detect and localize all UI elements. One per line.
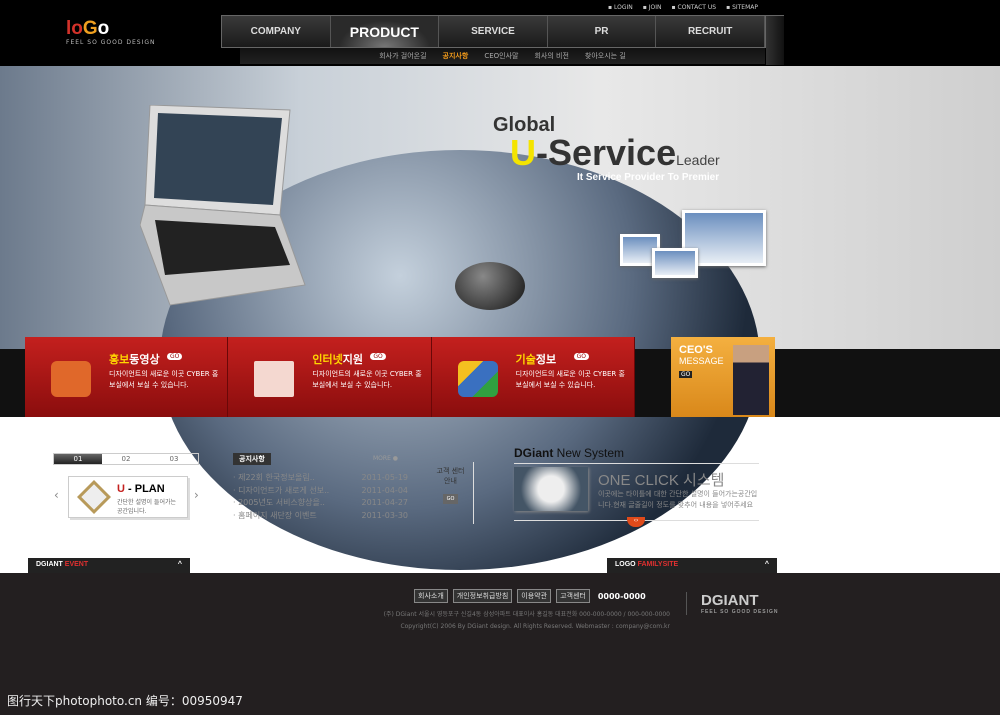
uplan-card[interactable]: U - PLAN 간단한 설명이 들어가는 공간입니다. <box>68 476 188 518</box>
system-thumbnail <box>514 467 588 511</box>
chevron-right-icon[interactable]: › <box>194 488 199 502</box>
logo[interactable]: loGo <box>66 18 109 40</box>
chevron-up-icon: ^ <box>764 561 769 568</box>
footer-logo: DGIANT FEEL SO GOOD DESIGN <box>686 592 779 615</box>
tv-icon <box>51 361 91 397</box>
nav-pr[interactable]: PR <box>548 16 657 47</box>
ceo-message-card[interactable]: CEO'S MESSAGE GO <box>671 337 775 417</box>
feature-title: 인터넷지원 <box>312 354 363 366</box>
laptop-image <box>140 105 306 306</box>
nav-recruit[interactable]: RECRUIT <box>656 16 765 47</box>
footer-link-about[interactable]: 회사소개 <box>414 589 448 603</box>
footer-address: (주) DGiant 서울시 영등포구 신길4동 삼성아파트 대표이사 홍길동 … <box>383 611 670 630</box>
nav-service[interactable]: SERVICE <box>439 16 548 47</box>
mouse-image <box>455 262 525 310</box>
system-desc: 이곳에는 타이틀에 대한 간단한 설명이 들어가는공간입니다.현재 글줄길이 정… <box>598 490 758 509</box>
go-button[interactable]: GO <box>167 353 183 360</box>
slider-tab-2[interactable]: 02 <box>102 454 150 464</box>
more-link[interactable]: MORE ● <box>373 455 398 462</box>
ceo-go-button[interactable]: GO <box>679 371 693 378</box>
blocks-icon <box>457 361 498 397</box>
footer-links: 회사소개 개인정보취급방침 이용약관 고객센터 0000-0000 <box>414 589 649 603</box>
uplan-title: U - PLAN <box>117 483 165 495</box>
feature-title: 기술정보 <box>515 354 557 366</box>
slider-tab-1[interactable]: 01 <box>54 454 102 464</box>
utility-links: ▪ LOGIN ▪ JOIN ▪ CONTACT US ▪ SITEMAP <box>608 4 758 11</box>
uplan-icon <box>77 480 111 514</box>
list-item[interactable]: · 홈페이지 새단장 이벤트 2011-03-30 <box>233 510 408 523</box>
feature-internet[interactable]: 인터넷지원 GO 디자이언트의 새로운 이곳 CYBER 홍보실에서 보실 수 … <box>228 337 432 417</box>
nav-product[interactable]: PRODUCT <box>330 16 440 47</box>
customer-center[interactable]: 고객 센터 안내 GO <box>428 462 474 524</box>
list-item[interactable]: · 디자이언트가 새로게 선보.. 2011-04-04 <box>233 485 408 498</box>
feature-desc: 디자이언트의 새로운 이곳 CYBER 홍보실에서 보실 수 있습니다. <box>312 370 422 389</box>
slider-tabs: 01 02 03 <box>53 453 199 465</box>
uplan-desc: 간단한 설명이 들어가는 공간입니다. <box>117 499 177 515</box>
list-item[interactable]: · 2005년도 서비스향상을.. 2011-04-27 <box>233 497 408 510</box>
list-item[interactable]: · 제22회 한국정보올림.. 2011-05-19 <box>233 472 408 485</box>
notice-list: · 제22회 한국정보올림.. 2011-05-19 · 디자이언트가 새로게 선… <box>233 472 408 522</box>
subnav-location[interactable]: 찾아오시는 길 <box>585 51 626 61</box>
sitemap-link[interactable]: ▪ SITEMAP <box>726 4 758 11</box>
footer-phone: 0000-0000 <box>597 591 646 601</box>
login-link[interactable]: ▪ LOGIN <box>608 4 633 11</box>
feature-title: 홍보동영상 <box>109 354 160 366</box>
subnav-notice[interactable]: 공지사항 <box>443 51 469 61</box>
photo-medium <box>652 248 698 278</box>
watermark: 图行天下photophoto.cn 编号：00950947 <box>7 694 243 708</box>
nav-bevel <box>766 15 784 65</box>
footer-link-support[interactable]: 고객센터 <box>556 589 590 603</box>
go-button[interactable]: GO <box>573 353 590 360</box>
slogan: FEEL SO GOOD DESIGN <box>66 39 156 46</box>
familysite-tab[interactable]: LOGO FAMILYSITE ^ <box>607 558 777 574</box>
notice-title: 공지사항 <box>233 453 271 465</box>
subnav-ceo[interactable]: CEO인사말 <box>484 51 518 61</box>
footer-link-privacy[interactable]: 개인정보취급방침 <box>452 589 513 603</box>
footer-link-terms[interactable]: 이용약관 <box>517 589 552 603</box>
chevron-up-icon: ^ <box>177 561 182 568</box>
feature-tech[interactable]: 기술정보 GO 디자이언트의 새로운 이곳 CYBER 홍보실에서 보실 수 있… <box>432 337 635 417</box>
sub-nav: 회사가 걸어온길 공지사항 CEO인사말 회사의 비전 찾아오시는 길 <box>240 48 765 64</box>
hero-tagline: It Service Provider To Premier <box>577 172 720 183</box>
subnav-history[interactable]: 회사가 걸어온길 <box>379 51 426 61</box>
main-nav: COMPANY PRODUCT SERVICE PR RECRUIT <box>221 15 766 48</box>
feature-video[interactable]: 홍보동영상 GO 디자이언트의 새로운 이곳 CYBER 홍보실에서 보실 수 … <box>25 337 229 417</box>
chevron-left-icon[interactable]: ‹ <box>54 488 59 502</box>
internet-explorer-icon <box>254 361 295 397</box>
system-heading: DGiant New System <box>514 446 759 464</box>
hero-headline: U-ServiceLeader <box>510 132 720 173</box>
join-link[interactable]: ▪ JOIN <box>643 4 662 11</box>
customer-label: 고객 센터 안내 <box>436 467 465 485</box>
system-headline[interactable]: ONE CLICK 시스템 <box>598 469 724 490</box>
contact-link[interactable]: ▪ CONTACT US <box>672 4 717 11</box>
event-tab[interactable]: DGIANT EVENT ^ <box>28 558 190 574</box>
nav-company[interactable]: COMPANY <box>222 16 331 47</box>
feature-desc: 디자이언트의 새로운 이곳 CYBER 홍보실에서 보실 수 있습니다. <box>109 370 219 389</box>
feature-desc: 디자이언트의 새로운 이곳 CYBER 홍보실에서 보실 수 있습니다. <box>515 370 625 389</box>
ceo-photo <box>733 345 769 415</box>
customer-go-button[interactable]: GO <box>442 494 459 504</box>
go-button[interactable]: GO <box>370 353 386 360</box>
subnav-vision[interactable]: 회사의 비전 <box>534 51 568 61</box>
slider-tab-3[interactable]: 03 <box>150 454 198 464</box>
feature-panel: 홍보동영상 GO 디자이언트의 새로운 이곳 CYBER 홍보실에서 보실 수 … <box>25 337 635 417</box>
